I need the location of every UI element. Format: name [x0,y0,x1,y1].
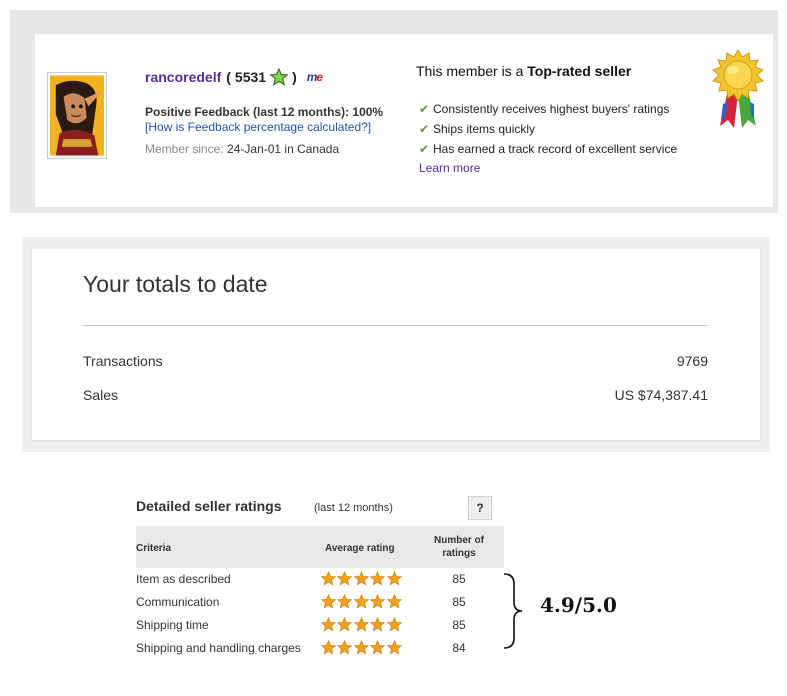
totals-card: Your totals to date Transactions 9769 Sa… [32,249,760,440]
star-icon [353,571,369,586]
list-item: ✔ Has earned a track record of excellent… [419,141,677,161]
star-icon [321,571,336,586]
rating-criteria: Item as described [136,572,231,586]
star-rating [321,594,403,610]
star-icon [370,571,386,586]
check-icon: ✔ [419,102,430,116]
table-row: Item as described 85 [136,568,504,591]
rating-criteria: Communication [136,595,220,609]
seller-identity: rancoredelf ( 5531 ) me [145,67,323,86]
header-number-of-ratings: Number of ratings [434,535,484,559]
ratings-period: (last 12 months) [314,502,393,514]
green-star-icon[interactable] [269,67,289,86]
feedback-score[interactable]: 5531 [235,69,266,85]
criteria-text: Consistently receives highest buyers' ra… [433,102,670,116]
avatar[interactable] [47,72,107,159]
check-icon: ✔ [419,122,430,136]
star-icon [337,571,353,586]
help-button[interactable]: ? [468,496,492,520]
star-icon [353,617,369,632]
learn-more-link[interactable]: Learn more [419,161,480,175]
rating-criteria: Shipping and handling charges [136,641,301,655]
check-icon: ✔ [419,142,430,156]
list-item: ✔ Consistently receives highest buyers' … [419,101,677,121]
me-badge-e: e [316,70,323,84]
star-icon [370,640,386,655]
member-since-label: Member since: [145,142,224,156]
star-icon [386,640,402,655]
totals-value: US $74,387.41 [614,387,708,403]
totals-label: Transactions [83,353,163,369]
criteria-text: Ships items quickly [433,122,536,136]
rating-count: 85 [452,595,466,609]
star-rating [321,617,403,633]
table-row: Shipping and handling charges 84 [136,637,504,660]
member-since: Member since: 24-Jan-01 in Canada [145,142,339,156]
totals-label: Sales [83,387,119,403]
star-icon [386,617,402,632]
feedback-close-paren: ) [292,69,297,85]
star-icon [353,640,369,655]
table-row: Shipping time 85 [136,614,504,637]
star-rating [321,571,403,587]
criteria-text: Has earned a track record of excellent s… [433,142,678,156]
gold-ribbon-icon [712,48,764,128]
totals-row-transactions: Transactions 9769 [83,353,708,369]
top-rated-criteria: ✔ Consistently receives highest buyers' … [419,101,677,161]
star-icon [370,594,386,609]
overall-rating: 4.9/5.0 [540,593,617,617]
star-icon [353,594,369,609]
profile-card: rancoredelf ( 5531 ) me Positive Feedbac… [35,34,773,207]
seller-username-link[interactable]: rancoredelf [145,69,221,85]
profile-panel: rancoredelf ( 5531 ) me Positive Feedbac… [10,10,778,213]
top-rated-label: Top-rated seller [527,63,632,79]
star-icon [386,571,402,586]
me-page-icon[interactable]: me [306,70,323,84]
list-item: ✔ Ships items quickly [419,121,677,141]
star-icon [321,640,336,655]
feedback-calc-link[interactable]: [How is Feedback percentage calculated?] [145,120,371,134]
header-average-rating: Average rating [325,543,395,554]
top-rated-heading: This member is a Top-rated seller [416,63,631,79]
totals-panel: Your totals to date Transactions 9769 Sa… [22,237,770,452]
rating-count: 85 [452,618,466,632]
me-badge-m: m [306,70,318,84]
elf-avatar-icon [50,75,104,156]
totals-value: 9769 [676,353,708,369]
totals-row-sales: Sales US $74,387.41 [83,387,708,403]
header-criteria: Criteria [136,543,172,554]
table-row: Communication 85 [136,591,504,614]
ratings-table-header: Criteria Average rating Number of rating… [136,526,504,568]
ratings-title: Detailed seller ratings [136,498,282,514]
star-rating [321,640,403,656]
star-icon [337,617,353,632]
star-icon [337,594,353,609]
divider [83,325,708,326]
star-icon [321,617,336,632]
star-icon [337,640,353,655]
positive-feedback: Positive Feedback (last 12 months): 100% [145,105,384,119]
star-icon [386,594,402,609]
member-since-value: 24-Jan-01 in Canada [227,142,340,156]
feedback-open-paren: ( [226,69,231,85]
curly-brace-icon [503,573,523,649]
rating-count: 85 [452,572,466,586]
totals-title: Your totals to date [83,271,268,297]
rating-criteria: Shipping time [136,618,209,632]
star-icon [370,617,386,632]
rating-count: 84 [452,641,466,655]
star-icon [321,594,336,609]
top-rated-prefix: This member is a [416,63,524,79]
